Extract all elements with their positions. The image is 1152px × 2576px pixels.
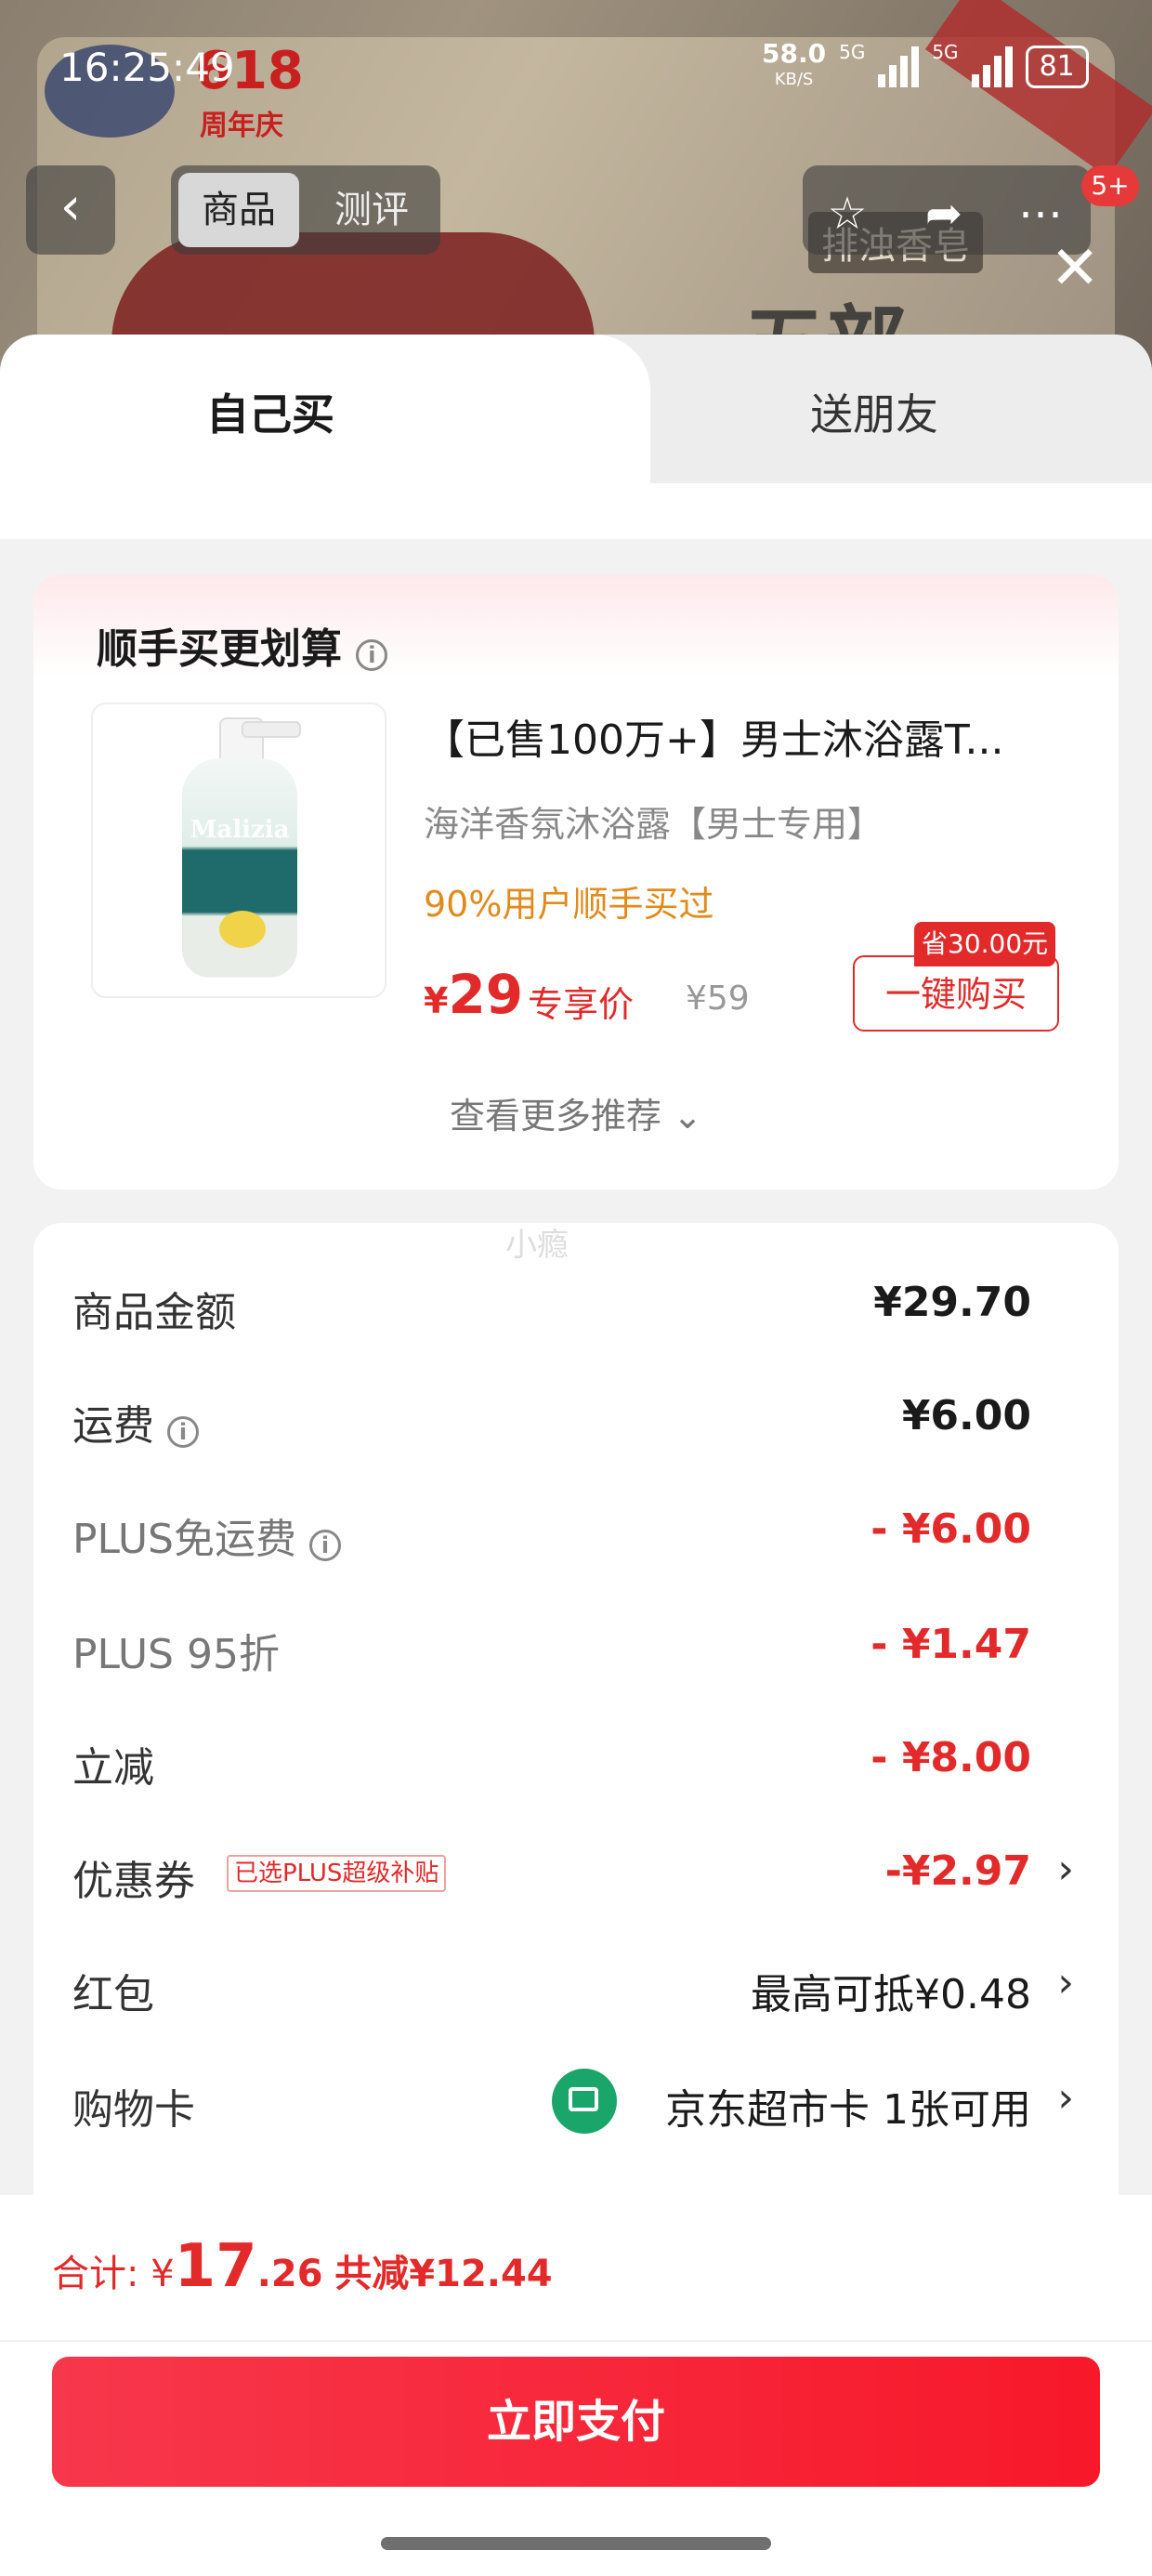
fee-label-plus-discount: PLUS 95折 xyxy=(72,1631,280,1678)
status-indicators: 58.0 KB/S 5G 5G 81 xyxy=(762,41,1089,93)
tab-review[interactable]: 测评 xyxy=(316,173,427,247)
chevron-right-icon[interactable]: › xyxy=(1057,1846,1074,1893)
tab-buy-for-self[interactable]: 自己买 xyxy=(206,381,334,442)
product-hint: 90%用户顺手买过 xyxy=(424,884,714,925)
signal-icon-2 xyxy=(971,46,1013,87)
one-click-buy-button[interactable]: 一键购买 xyxy=(853,955,1059,1032)
lemon-image xyxy=(219,911,266,948)
bottle-nozzle xyxy=(242,721,301,738)
chevron-left-icon: ‹ xyxy=(59,177,82,237)
tab-underlay xyxy=(0,483,1152,539)
close-icon[interactable]: ✕ xyxy=(1042,236,1107,301)
signal-icon xyxy=(878,46,920,87)
price-label: 专享价 xyxy=(528,984,635,1025)
star-icon[interactable]: ☆ xyxy=(819,186,875,242)
fee-value-instant-discount: - ¥8.00 xyxy=(871,1734,1031,1781)
fee-label-goods: 商品金额 xyxy=(72,1289,236,1336)
info-icon[interactable]: i xyxy=(167,1416,199,1448)
chevron-right-icon[interactable]: › xyxy=(1057,1959,1074,2006)
tab-curve xyxy=(520,335,650,483)
fee-value-shipping: ¥6.00 xyxy=(901,1392,1031,1439)
product-price: ¥29 xyxy=(424,963,524,1026)
event-logo-sub: 周年庆 xyxy=(200,110,283,142)
shopping-card-row[interactable]: 购物卡 xyxy=(72,2076,195,2136)
pay-now-button[interactable]: 立即支付 xyxy=(52,2357,1100,2487)
info-icon[interactable]: i xyxy=(356,639,388,671)
bottle-brand: Malizia xyxy=(190,816,290,844)
signal-label-2: 5G xyxy=(932,41,959,63)
battery-icon: 81 xyxy=(1025,46,1089,88)
fee-label-plus-shipping: PLUS免运费 i xyxy=(72,1505,341,1565)
product-name[interactable]: 【已售100万+】男士沐浴露T... xyxy=(424,706,1055,766)
red-packet-value[interactable]: 最高可抵¥0.48 xyxy=(751,1961,1031,2020)
product-subtitle: 海洋香氛沐浴露【男士专用】 xyxy=(424,804,884,845)
divider xyxy=(0,2340,1152,2342)
save-badge: 省30.00元 xyxy=(914,922,1056,966)
more-recommend-link[interactable]: 查看更多推荐 ⌄ xyxy=(0,1087,1152,1138)
info-icon[interactable]: i xyxy=(309,1530,341,1561)
tab-send-to-friend[interactable]: 送朋友 xyxy=(810,381,938,442)
watermark: 小瘾 xyxy=(505,1227,569,1264)
signal-label-1: 5G xyxy=(839,41,866,63)
coupon-row[interactable]: 优惠券 xyxy=(72,1847,195,1907)
fee-label-instant-discount: 立减 xyxy=(72,1744,154,1792)
coupon-value[interactable]: -¥2.97 xyxy=(885,1847,1031,1895)
more-icon[interactable]: ⋯ xyxy=(1013,186,1068,242)
back-button[interactable]: ‹ xyxy=(26,165,115,255)
status-time: 16:25:49 xyxy=(59,45,235,90)
chevron-right-icon[interactable]: › xyxy=(1057,2074,1074,2122)
coupon-tag: 已选PLUS超级补贴 xyxy=(227,1855,447,1892)
order-total: 合计: ¥17.26 共减¥12.44 xyxy=(52,2232,553,2301)
card-icon xyxy=(552,2069,617,2134)
fee-value-plus-shipping: - ¥6.00 xyxy=(871,1505,1031,1553)
share-icon[interactable]: ➦ xyxy=(916,186,972,242)
home-indicator[interactable] xyxy=(381,2537,771,2550)
fee-value-plus-discount: - ¥1.47 xyxy=(871,1621,1031,1668)
message-badge: 5+ xyxy=(1081,165,1139,206)
net-speed: 58.0 KB/S xyxy=(762,38,827,90)
red-packet-row[interactable]: 红包 xyxy=(72,1961,154,2020)
tab-product[interactable]: 商品 xyxy=(178,173,299,247)
original-price: ¥59 xyxy=(686,979,750,1018)
fee-label-shipping: 运费 i xyxy=(72,1392,199,1452)
fee-value-goods: ¥29.70 xyxy=(873,1279,1031,1326)
recommend-title: 顺手买更划算 i xyxy=(97,615,388,675)
shopping-card-value[interactable]: 京东超市卡 1张可用 xyxy=(665,2076,1031,2136)
